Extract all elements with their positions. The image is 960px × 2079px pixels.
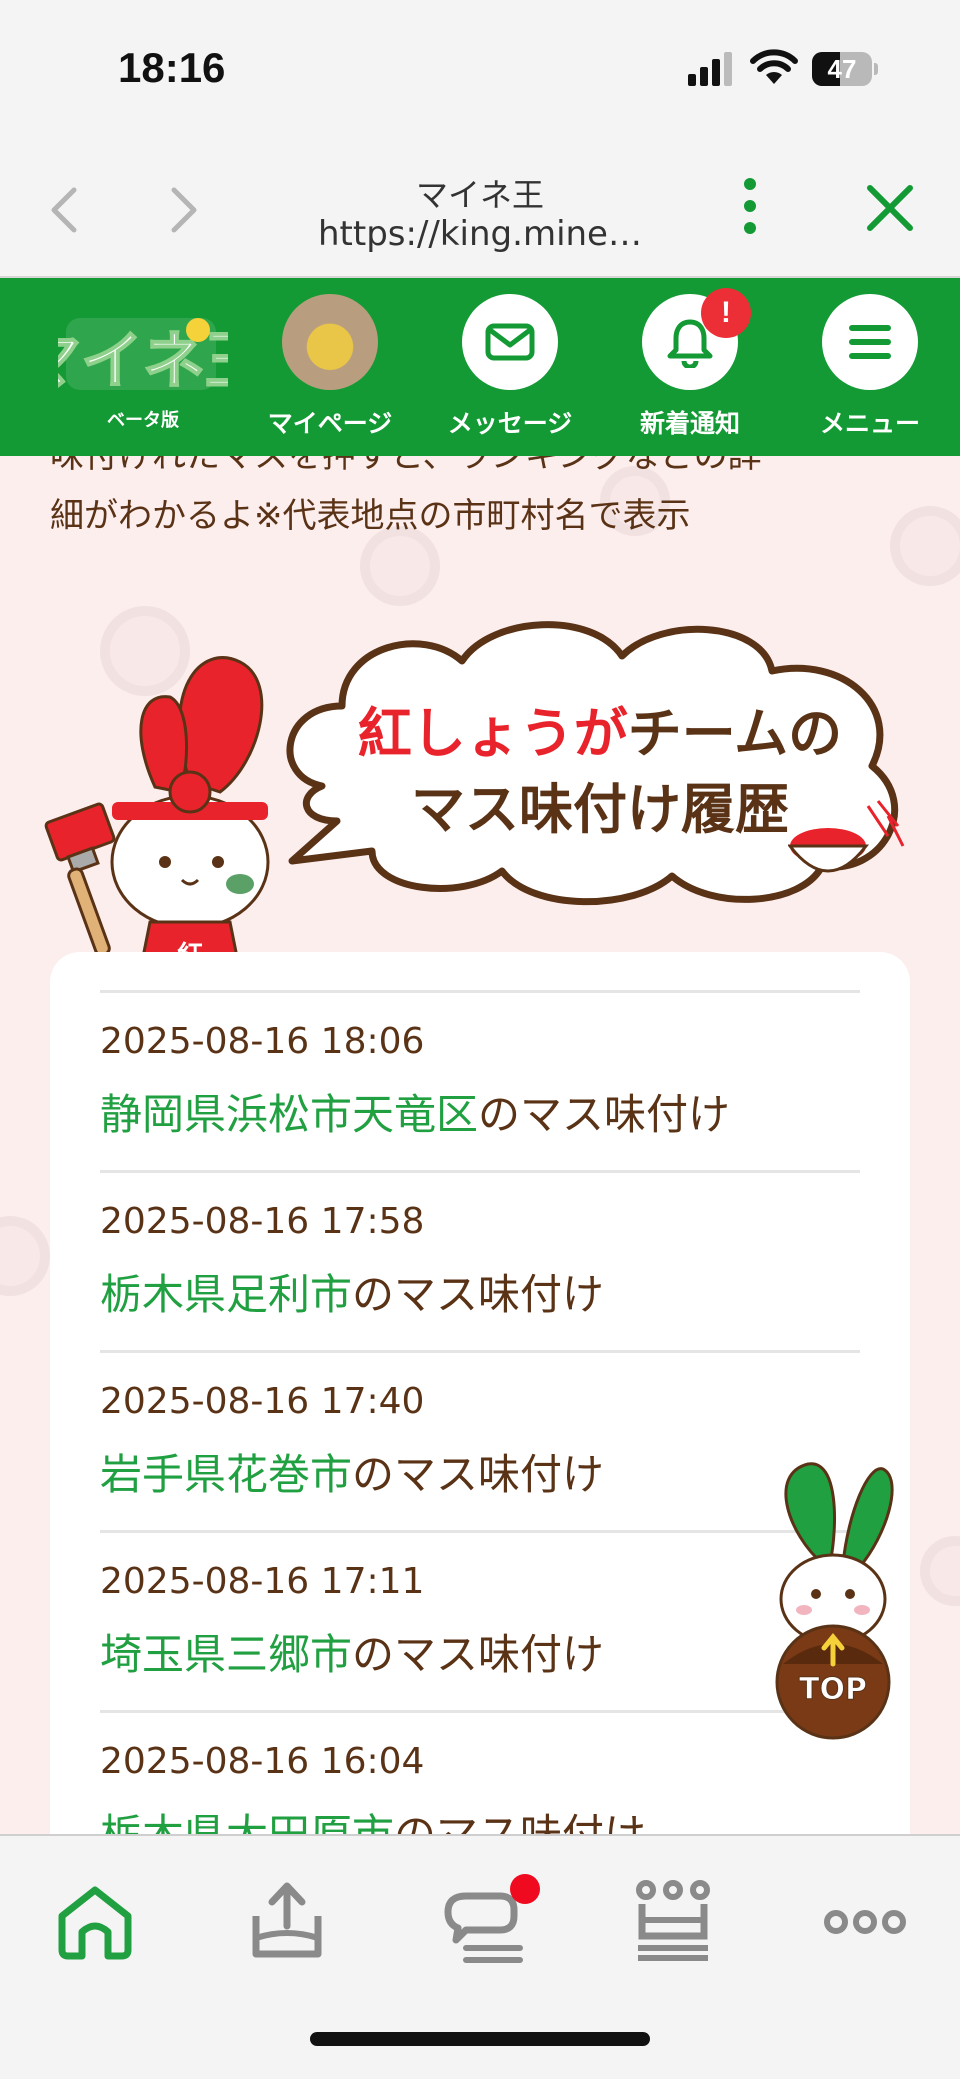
nav-message[interactable]: メッセージ [435,294,585,454]
history-suffix: のマス味付け [478,1090,731,1139]
history-row[interactable]: 2025-08-16 17:11 埼玉県三郷市のマス味付け [100,1530,860,1710]
envelope-icon [485,323,535,361]
nav-menu-label: メニュー [819,409,920,438]
intro-line-1: 味付けれたマスを押すと、ランキングなどの詳 [50,456,762,476]
history-date: 2025-08-16 17:11 [100,1561,425,1602]
notification-badge: ! [701,288,751,338]
message-circle [462,294,558,390]
tab-home[interactable] [50,1876,140,1966]
history-text: 岩手県花巻市のマス味付け [100,1441,604,1502]
forward-arrow-icon[interactable] [158,182,208,238]
intro-line-2: 細がわかるよ※代表地点の市町村名で表示 [50,496,691,536]
history-place[interactable]: 栃木県大田原市 [100,1810,394,1834]
history-text: 埼玉県三郷市のマス味付け [100,1621,604,1682]
nav-notifications[interactable]: ! 新着通知 [615,288,765,454]
status-bar: 18:16 47 [0,0,960,140]
mineo-logo[interactable]: マイネ王 [58,300,228,410]
hamburger-icon [849,325,891,359]
history-suffix: のマス味付け [352,1630,605,1679]
tab-ranking[interactable] [628,1876,718,1966]
nav-mypage-label: マイページ [267,409,393,438]
history-row[interactable]: 2025-08-16 17:40 岩手県花巻市のマス味付け [100,1350,860,1530]
logo-beta-label: ベータ版 [107,410,179,431]
history-date: 2025-08-16 17:58 [100,1201,425,1242]
status-time: 18:16 [118,44,226,91]
section-title-team: 紅しょうが [357,702,628,765]
more-vertical-icon[interactable] [730,176,770,236]
avatar[interactable] [282,294,378,390]
wifi-icon [750,49,798,84]
home-indicator [310,2032,650,2046]
home-icon [58,1886,132,1960]
nav-mypage[interactable]: マイページ [255,294,405,454]
section-title-suffix: チームの [627,702,843,765]
history-suffix: のマス味付け [352,1450,605,1499]
scroll-to-top-button[interactable]: TOP [768,1454,898,1744]
history-suffix: のマス味付け [352,1270,605,1319]
background-pattern [0,1216,50,1296]
upload-icon [252,1882,322,1958]
browser-url[interactable]: https://king.mine… [260,214,700,254]
battery-level: 47 [827,54,857,84]
tab-upload[interactable] [242,1876,332,1966]
more-icon [824,1910,906,1934]
history-place[interactable]: 埼玉県三郷市 [100,1630,352,1679]
battery-icon: 47 [812,52,878,86]
history-date: 2025-08-16 16:04 [100,1741,425,1782]
history-row[interactable]: 2025-08-16 17:58 栃木県足利市のマス味付け [100,1170,860,1350]
close-icon[interactable] [862,180,918,236]
back-arrow-icon[interactable] [40,182,90,238]
nav-menu[interactable]: メニュー [795,294,945,454]
history-text: 栃木県大田原市のマス味付け [100,1801,646,1834]
history-place[interactable]: 栃木県足利市 [100,1270,352,1319]
history-text: 静岡県浜松市天竜区のマス味付け [100,1081,730,1142]
menu-circle [822,294,918,390]
history-row[interactable]: 2025-08-16 16:04 栃木県大田原市のマス味付け [100,1710,860,1834]
history-row[interactable]: 2025-08-16 18:06 静岡県浜松市天竜区のマス味付け [100,990,860,1170]
chat-notification-dot [510,1874,540,1904]
browser-toolbar: マイネ王 https://king.mine… [0,140,960,278]
nav-notifications-label: 新着通知 [639,409,740,438]
history-place[interactable]: 静岡県浜松市天竜区 [100,1090,478,1139]
history-date: 2025-08-16 17:40 [100,1381,425,1422]
tab-more[interactable] [820,1876,910,1966]
browser-page-title: マイネ王 [415,176,544,214]
background-pattern [920,1536,960,1606]
history-text: 栃木県足利市のマス味付け [100,1261,604,1322]
cellular-signal-icon [688,52,732,86]
crown-icon [636,1880,710,1961]
site-header: マイネ王 ベータ版 マイページ メッセージ ! 新着通知 [0,278,960,456]
red-ginger-bowl-image [788,800,905,873]
nav-message-label: メッセージ [447,409,573,438]
history-date: 2025-08-16 18:06 [100,1021,425,1062]
background-pattern [890,506,960,586]
history-place[interactable]: 岩手県花巻市 [100,1450,352,1499]
svg-text:TOP: TOP [799,1672,867,1707]
history-suffix: のマス味付け [394,1810,646,1834]
